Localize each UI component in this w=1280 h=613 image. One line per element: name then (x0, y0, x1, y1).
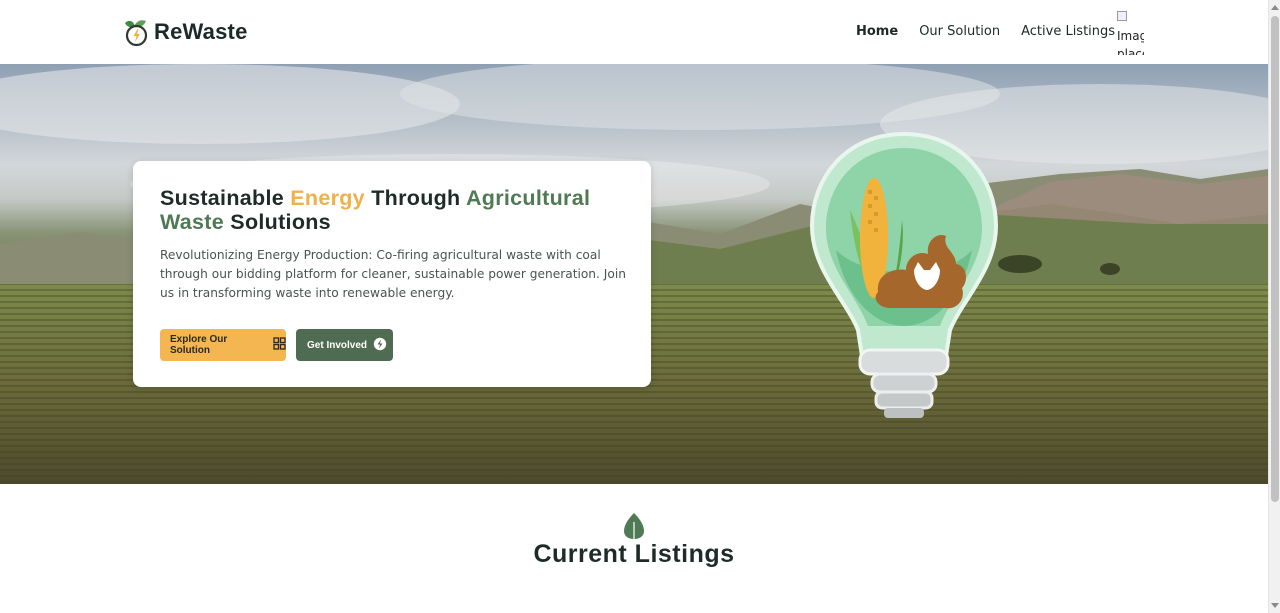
hero-title: Sustainable Energy Through Agricultural … (160, 186, 640, 234)
lightning-circle-icon (373, 337, 387, 354)
scroll-thumb[interactable] (1271, 16, 1279, 502)
brand-name: ReWaste (154, 19, 248, 44)
hero-title-energy: Energy (290, 186, 365, 210)
broken-image-icon (1117, 11, 1127, 21)
hero-title-part1: Sustainable (160, 186, 291, 210)
hero-title-part3: Solutions (224, 210, 331, 234)
hero-section: Sustainable Energy Through Agricultural … (0, 64, 1268, 484)
nav-item-home[interactable]: Home (856, 24, 898, 39)
lightbulb-illustration (806, 130, 1002, 430)
main-nav: Home Our Solution Active Listings (856, 24, 1136, 39)
site-header: ReWaste Home Our Solution Active Listing… (0, 0, 1268, 64)
profile-avatar[interactable]: Image placeholder (1117, 9, 1144, 55)
current-listings-title: Current Listings (533, 540, 735, 568)
scroll-up-icon[interactable] (1271, 5, 1279, 10)
explore-solution-label: Explore Our Solution (170, 334, 228, 356)
profile-image-alt: Image placeholder (1117, 29, 1144, 55)
nav-item-our-solution[interactable]: Our Solution (919, 24, 1000, 39)
get-involved-button[interactable]: Get Involved (296, 329, 393, 361)
hero-title-part2: Through (364, 186, 466, 210)
get-involved-label: Get Involved (307, 339, 368, 351)
nav-item-active-listings[interactable]: Active Listings (1021, 24, 1115, 39)
hero-description: Revolutionizing Energy Production: Co-fi… (160, 248, 626, 300)
grid-icon (273, 337, 286, 353)
explore-solution-button[interactable]: Explore Our Solution (160, 329, 286, 361)
page-scrollbar[interactable] (1268, 0, 1280, 613)
leaf-lightning-logo-icon (121, 17, 151, 47)
hero-card: Sustainable Energy Through Agricultural … (133, 161, 651, 387)
brand-logo[interactable]: ReWaste (121, 17, 248, 47)
scroll-down-icon[interactable] (1271, 603, 1279, 608)
